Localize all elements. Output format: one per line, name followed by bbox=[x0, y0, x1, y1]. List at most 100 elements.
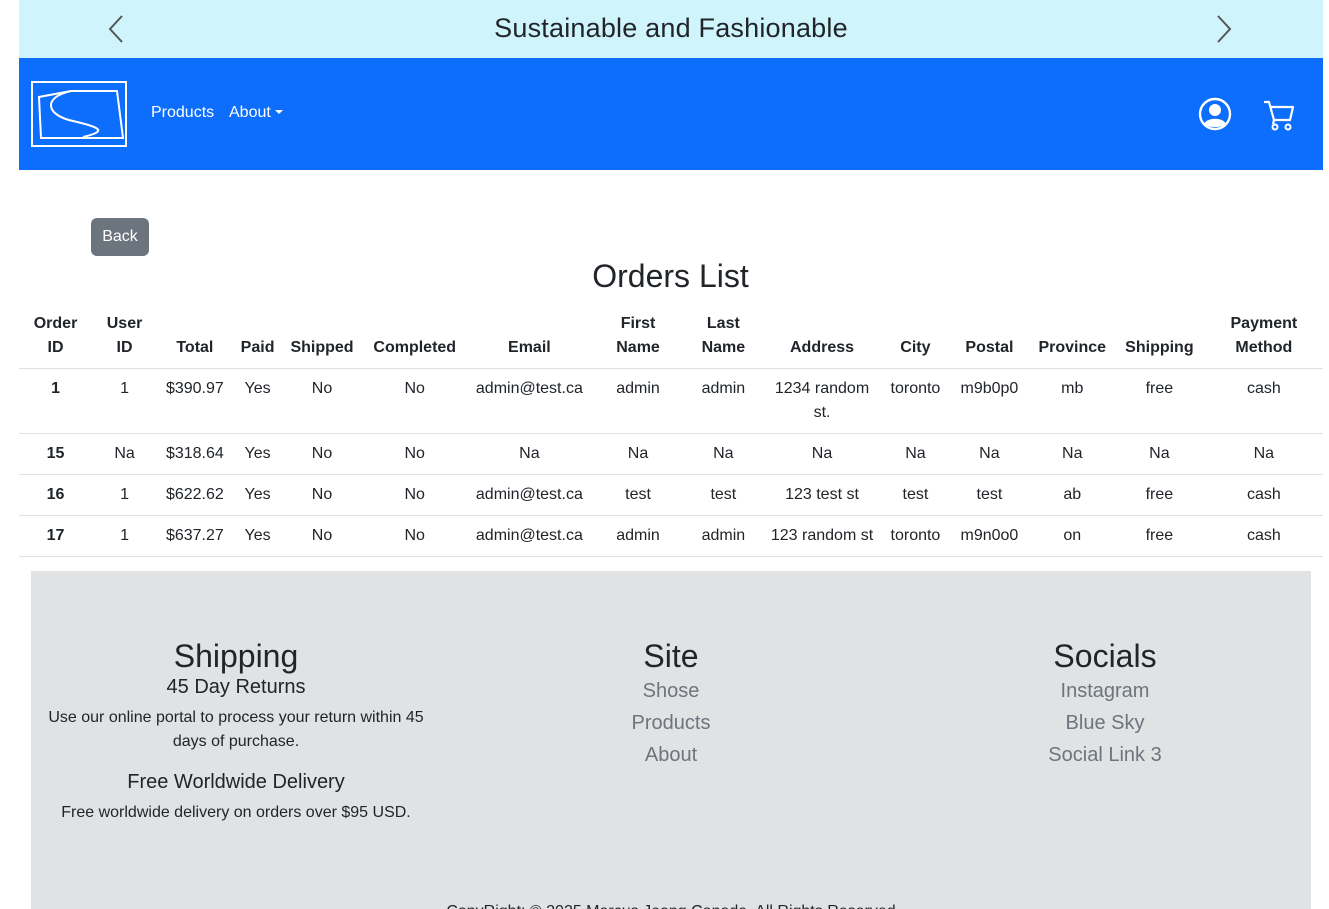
table-cell: test bbox=[948, 474, 1031, 516]
returns-title: 45 Day Returns bbox=[166, 676, 306, 698]
table-cell: Yes bbox=[232, 368, 283, 434]
delivery-text: Free worldwide delivery on orders over $… bbox=[61, 804, 411, 821]
table-cell: Yes bbox=[232, 515, 283, 557]
table-cell: admin@test.ca bbox=[467, 368, 591, 434]
column-header: Last Name bbox=[685, 309, 762, 369]
table-cell: test bbox=[685, 474, 762, 516]
footer-site-column: Site Shose Products About bbox=[571, 637, 771, 771]
back-button[interactable]: Back bbox=[91, 218, 149, 256]
footer-link-products[interactable]: Products bbox=[571, 707, 771, 739]
table-cell: No bbox=[361, 433, 468, 475]
footer-link-bluesky[interactable]: Blue Sky bbox=[1005, 707, 1205, 739]
orders-table: Order ID User ID Total Paid Shipped Complet… bbox=[19, 309, 1323, 557]
table-cell: Yes bbox=[232, 474, 283, 516]
table-cell: free bbox=[1114, 368, 1205, 434]
table-cell: toronto bbox=[882, 368, 949, 434]
user-circle-icon bbox=[1198, 97, 1232, 131]
table-cell: Na bbox=[761, 433, 883, 475]
column-header-line: City bbox=[900, 339, 931, 356]
table-row[interactable]: 16 1 $622.62 Yes No No admin@test.ca test test 12… bbox=[19, 474, 1323, 516]
column-header-line: Completed bbox=[373, 339, 457, 356]
table-cell: admin@test.ca bbox=[467, 515, 591, 557]
nav-about-dropdown[interactable]: About bbox=[229, 104, 283, 122]
table-cell: ab bbox=[1030, 474, 1115, 516]
column-header-line: ID bbox=[116, 339, 133, 356]
table-cell: toronto bbox=[882, 515, 949, 557]
account-button[interactable] bbox=[1198, 97, 1232, 131]
footer-link-shose[interactable]: Shose bbox=[571, 675, 771, 707]
delivery-title: Free Worldwide Delivery bbox=[127, 771, 345, 793]
cart-button[interactable] bbox=[1262, 98, 1296, 132]
table-row[interactable]: 17 1 $637.27 Yes No No admin@test.ca admin admin… bbox=[19, 515, 1323, 557]
footer-link-about[interactable]: About bbox=[571, 739, 771, 771]
column-header: Shipped bbox=[282, 309, 362, 369]
footer: Shipping 45 Day Returns Use our online p… bbox=[31, 571, 1311, 909]
nav-about-label: About bbox=[229, 104, 271, 121]
logo[interactable] bbox=[31, 81, 127, 147]
column-header: Province bbox=[1030, 309, 1115, 369]
column-header: Postal bbox=[948, 309, 1031, 369]
footer-link-social3[interactable]: Social Link 3 bbox=[1005, 739, 1205, 771]
table-cell: No bbox=[282, 515, 362, 557]
table-cell: 1 bbox=[92, 474, 158, 516]
table-cell: Na bbox=[467, 433, 591, 475]
table-cell: Na bbox=[590, 433, 686, 475]
carousel-next-button[interactable] bbox=[1209, 14, 1239, 44]
cart-icon bbox=[1264, 100, 1295, 131]
nav-products-link[interactable]: Products bbox=[151, 104, 214, 122]
column-header-line: Last bbox=[706, 315, 740, 332]
table-cell: No bbox=[361, 515, 468, 557]
column-header: Paid bbox=[232, 309, 283, 369]
column-header: Total bbox=[157, 309, 233, 369]
table-cell: No bbox=[361, 474, 468, 516]
table-cell: on bbox=[1030, 515, 1115, 557]
promo-banner: Sustainable and Fashionable bbox=[19, 0, 1323, 58]
table-cell: Na bbox=[882, 433, 949, 475]
column-header-line: Method bbox=[1235, 339, 1293, 356]
column-header-line bbox=[370, 312, 460, 336]
table-cell: test bbox=[590, 474, 686, 516]
column-header-line: ID bbox=[47, 339, 64, 356]
column-header: Shipping bbox=[1114, 309, 1205, 369]
footer-socials-column: Socials Instagram Blue Sky Social Link 3 bbox=[1005, 637, 1205, 771]
column-header-line: Paid bbox=[240, 339, 275, 356]
column-header-line bbox=[1038, 312, 1106, 336]
column-header-line: User bbox=[106, 315, 143, 332]
table-cell: No bbox=[282, 474, 362, 516]
table-cell: free bbox=[1114, 474, 1205, 516]
table-cell: $318.64 bbox=[157, 433, 233, 475]
table-cell: $637.27 bbox=[157, 515, 233, 557]
footer-shipping-heading: Shipping bbox=[173, 638, 299, 674]
table-row[interactable]: 1 1 $390.97 Yes No No admin@test.ca admin admin 1… bbox=[19, 368, 1323, 434]
table-cell: cash bbox=[1204, 368, 1323, 434]
column-header: Order ID bbox=[19, 309, 93, 369]
table-cell: No bbox=[282, 433, 362, 475]
returns-text: Use our online portal to process your re… bbox=[48, 709, 424, 750]
column-header-line: Order bbox=[33, 315, 78, 332]
column-header-line: Shipping bbox=[1125, 339, 1194, 356]
column-header-line: Shipped bbox=[290, 339, 354, 356]
table-cell: $622.62 bbox=[157, 474, 233, 516]
table-cell: 15 bbox=[19, 433, 93, 475]
column-header-line: Payment bbox=[1230, 315, 1298, 332]
column-header-line: Postal bbox=[965, 339, 1014, 356]
column-header: Payment Method bbox=[1204, 309, 1323, 369]
table-cell: $390.97 bbox=[157, 368, 233, 434]
footer-site-heading: Site bbox=[643, 638, 699, 674]
chevron-right-icon bbox=[1217, 15, 1232, 43]
table-cell: 16 bbox=[19, 474, 93, 516]
column-header-line bbox=[241, 312, 275, 336]
column-header: Email bbox=[467, 309, 591, 369]
column-header: Completed bbox=[361, 309, 468, 369]
table-header-row: Order ID User ID Total Paid Shipped Complet… bbox=[19, 309, 1323, 369]
table-cell: mb bbox=[1030, 368, 1115, 434]
table-cell: No bbox=[282, 368, 362, 434]
table-cell: Na bbox=[1204, 433, 1323, 475]
table-cell: admin bbox=[590, 368, 686, 434]
navbar: Products About bbox=[19, 58, 1323, 170]
column-header-line: Province bbox=[1038, 339, 1107, 356]
footer-link-instagram[interactable]: Instagram bbox=[1005, 675, 1205, 707]
table-cell: 17 bbox=[19, 515, 93, 557]
table-cell: admin bbox=[590, 515, 686, 557]
table-row[interactable]: 15 Na $318.64 Yes No No Na Na Na Na Na Na Na Na Na bbox=[19, 433, 1323, 475]
